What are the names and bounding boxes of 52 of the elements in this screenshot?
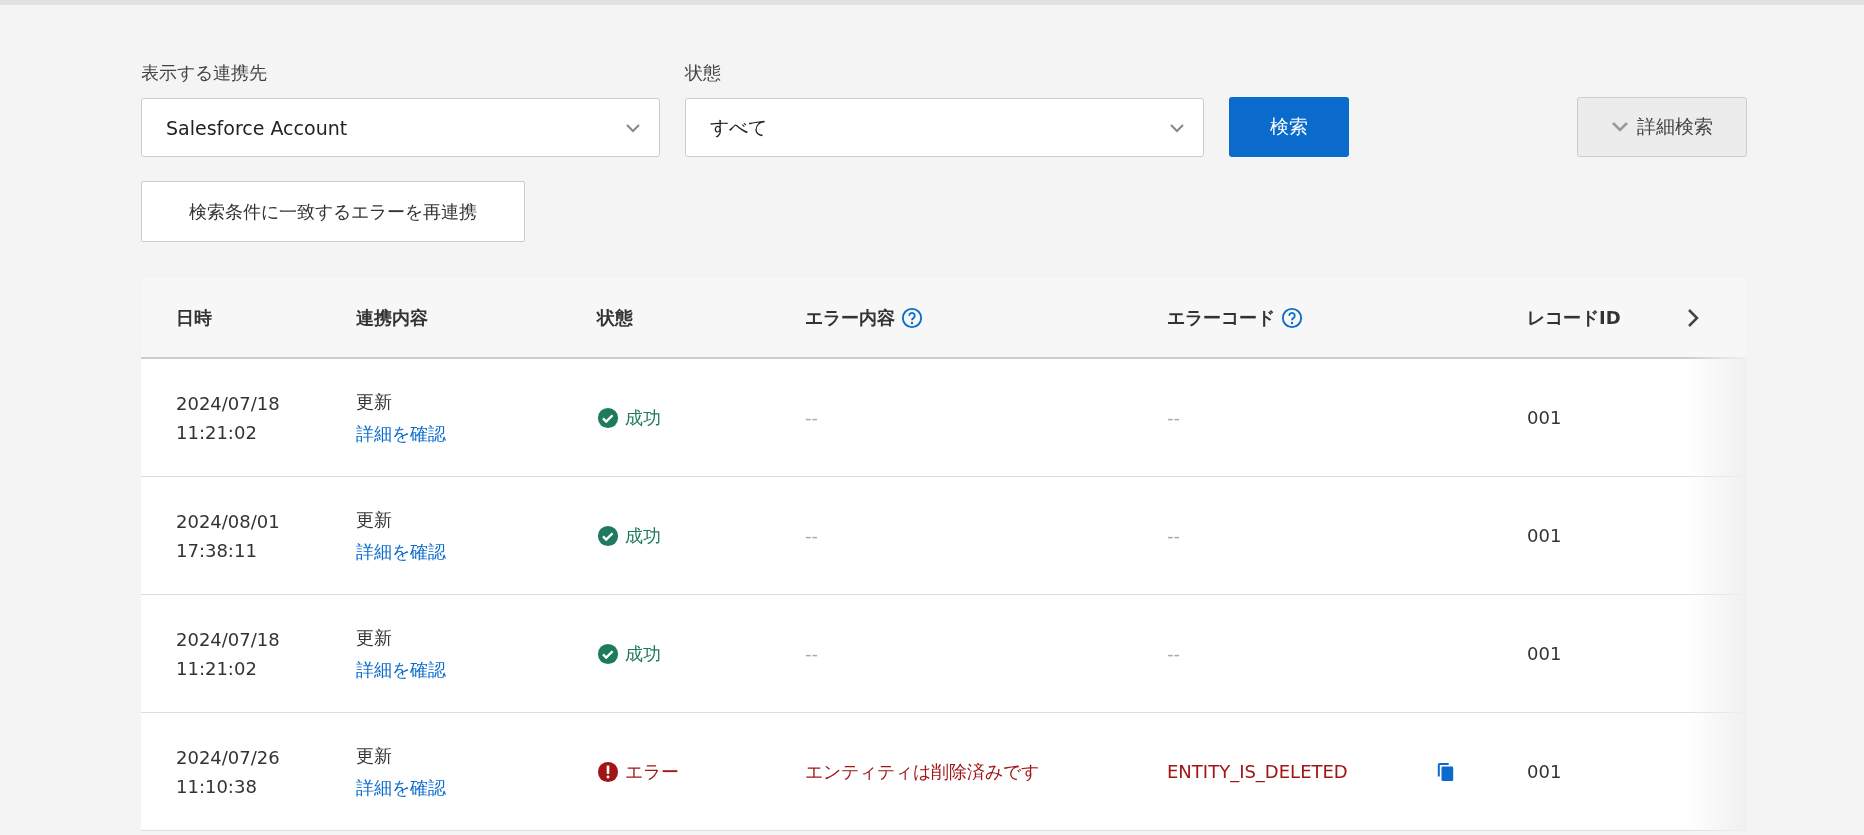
resync-button[interactable]: 検索条件に一致するエラーを再連携 — [141, 181, 525, 242]
action-text: 更新 — [356, 743, 392, 768]
chevron-icon — [1611, 121, 1629, 133]
details-link[interactable]: 詳細を確認 — [356, 421, 446, 446]
copy-icon[interactable] — [1437, 761, 1455, 782]
time-text: 17:38:11 — [176, 539, 257, 561]
advanced-search-button[interactable]: 詳細検索 — [1577, 97, 1747, 157]
error-message: -- — [805, 525, 818, 546]
error-code: -- — [1167, 643, 1181, 664]
help-icon[interactable] — [901, 306, 923, 329]
filter-label: 表示する連携先 — [141, 61, 268, 85]
column-header: 日時 — [176, 305, 212, 330]
record-id: 001 — [1527, 761, 1562, 782]
time-text: 11:21:02 — [176, 421, 257, 443]
search-button[interactable]: 検索 — [1229, 97, 1349, 157]
record-id: 001 — [1527, 407, 1562, 428]
error-code: -- — [1167, 525, 1181, 546]
record-id: 001 — [1527, 643, 1562, 664]
column-header: エラー内容 — [805, 305, 895, 330]
column-header: レコードID — [1527, 305, 1621, 330]
chevron-down-icon — [1169, 122, 1185, 133]
status-text: 成功 — [625, 523, 661, 548]
help-icon[interactable] — [1281, 306, 1303, 329]
target-select[interactable]: Salesforce Account — [141, 98, 660, 157]
status-text: 成功 — [625, 405, 661, 430]
filter-label: 状態 — [685, 61, 722, 85]
date-text: 2024/07/26 — [176, 746, 280, 768]
error-message: -- — [805, 643, 818, 664]
column-header: 状態 — [597, 305, 633, 330]
action-text: 更新 — [356, 625, 392, 650]
date-text: 2024/07/18 — [176, 392, 280, 414]
action-text: 更新 — [356, 507, 392, 532]
error-code: ENTITY_IS_DELETED — [1167, 761, 1349, 782]
record-id: 001 — [1527, 525, 1562, 546]
chevron-down-icon — [625, 122, 641, 133]
error-message: エンティティは削除済みです — [805, 759, 1039, 784]
date-text: 2024/07/18 — [176, 628, 280, 650]
error-code: -- — [1167, 407, 1181, 428]
action-text: 更新 — [356, 389, 392, 414]
chevron-right-icon[interactable] — [1687, 307, 1699, 328]
details-link[interactable]: 詳細を確認 — [356, 657, 446, 682]
details-link[interactable]: 詳細を確認 — [356, 539, 446, 564]
column-header: エラーコード — [1167, 305, 1275, 330]
time-text: 11:10:38 — [176, 775, 257, 797]
error-message: -- — [805, 407, 818, 428]
status-text: 成功 — [625, 641, 661, 666]
date-text: 2024/08/01 — [176, 510, 280, 532]
column-header: 連携内容 — [356, 305, 428, 330]
status-text: エラー — [625, 759, 679, 784]
status-select[interactable]: すべて — [685, 98, 1204, 157]
details-link[interactable]: 詳細を確認 — [356, 775, 446, 800]
time-text: 11:21:02 — [176, 657, 257, 679]
